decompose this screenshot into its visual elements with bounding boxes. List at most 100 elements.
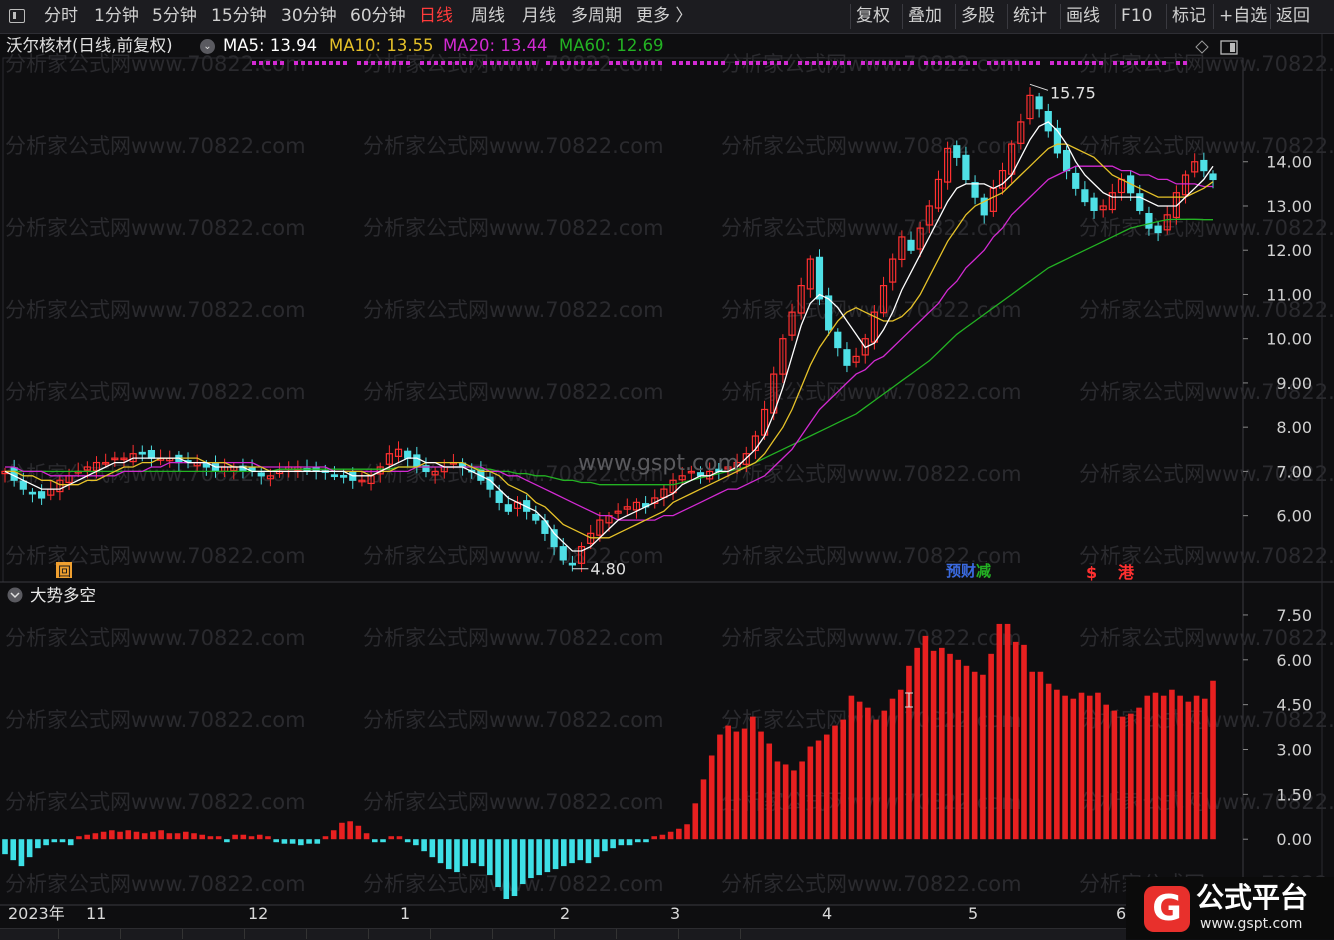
indicator-bar xyxy=(914,647,920,840)
signal-dot xyxy=(1071,61,1075,65)
signal-dot xyxy=(1085,61,1089,65)
indicator-bar xyxy=(495,839,501,888)
indicator-bar xyxy=(791,770,797,840)
x-axis-label: 2 xyxy=(560,904,570,923)
candle-body xyxy=(559,546,567,561)
indicator-bar xyxy=(865,707,871,840)
x-axis-label: 11 xyxy=(86,904,106,923)
indicator-bar xyxy=(224,839,230,843)
indicator-bar xyxy=(552,839,559,870)
signal-dot xyxy=(994,61,998,65)
candle-body xyxy=(1072,172,1080,189)
indicator-bar xyxy=(133,831,140,840)
indicator-bar xyxy=(191,833,197,840)
indicator-bar xyxy=(380,839,386,843)
bottom-tab[interactable] xyxy=(62,929,121,939)
indicator-bar xyxy=(1152,692,1159,840)
candle-body xyxy=(504,504,512,512)
indicator-bar xyxy=(585,839,592,864)
candle-body xyxy=(1145,213,1153,229)
indicator-bar xyxy=(544,839,551,873)
signal-dot xyxy=(924,61,928,65)
bottom-tab[interactable] xyxy=(186,929,245,939)
candle-body xyxy=(1062,149,1071,172)
indicator-bar xyxy=(1160,695,1167,840)
low-tag: 回 xyxy=(58,565,71,580)
indicator-bar xyxy=(536,839,542,876)
candle-body xyxy=(340,474,348,478)
signal-dot xyxy=(455,61,459,65)
indicator-tick-label: 4.50 xyxy=(1276,696,1312,715)
signal-dot xyxy=(931,61,935,65)
bottom-tab[interactable] xyxy=(496,929,555,939)
signal-dot xyxy=(581,61,585,65)
signal-dot xyxy=(987,61,991,65)
bottom-tab[interactable] xyxy=(434,929,493,939)
signal-dot xyxy=(693,61,697,65)
signal-dot xyxy=(588,61,592,65)
signal-dot xyxy=(294,61,298,65)
x-axis-label: 12 xyxy=(248,904,268,923)
signal-dot xyxy=(1099,61,1103,65)
indicator-bar xyxy=(634,839,641,843)
signal-dot xyxy=(567,61,571,65)
signal-dot xyxy=(336,61,340,65)
bottom-tab[interactable] xyxy=(0,929,59,939)
indicator-bar xyxy=(569,839,575,864)
signal-dot xyxy=(1050,61,1054,65)
signal-dot xyxy=(623,61,627,65)
indicator-collapse-icon[interactable] xyxy=(7,587,23,603)
indicator-bar xyxy=(215,836,222,840)
indicator-bar xyxy=(445,839,452,870)
signal-dot xyxy=(525,61,529,65)
bottom-tab[interactable] xyxy=(310,929,369,939)
kline-chart[interactable]: 分析家公式网www.70822.com 分析家公式网www.70822.com 分析… xyxy=(0,0,1334,939)
candle-body xyxy=(834,331,842,349)
signal-dot xyxy=(616,61,620,65)
indicator-bar xyxy=(519,839,526,885)
logo-url: www.gspt.com xyxy=(1200,916,1303,932)
high-mark-arrow xyxy=(1029,83,1049,91)
price-tick-label: 6.00 xyxy=(1276,507,1312,526)
bottom-tab[interactable] xyxy=(558,929,617,939)
bottom-tab[interactable] xyxy=(682,929,741,939)
fin-tag: 预 xyxy=(946,562,961,580)
indicator-bar xyxy=(643,839,649,843)
bottom-tab[interactable] xyxy=(124,929,183,939)
watermark-text: 分析家公式网www.70822.com xyxy=(721,872,1022,896)
indicator-bar xyxy=(971,671,978,840)
indicator-bar xyxy=(2,839,8,855)
signal-dot xyxy=(938,61,942,65)
indicator-bar xyxy=(700,779,707,840)
indicator-bar xyxy=(437,839,444,864)
price-tick-label: 7.00 xyxy=(1276,462,1312,481)
bottom-tab[interactable] xyxy=(620,929,679,939)
x-axis-label: 3 xyxy=(670,904,680,923)
bottom-tab[interactable] xyxy=(372,929,431,939)
signal-dot xyxy=(420,61,424,65)
indicator-bar xyxy=(626,839,633,846)
candle-body xyxy=(1035,96,1043,110)
signal-dot xyxy=(273,61,277,65)
indicator-bar xyxy=(158,830,164,840)
indicator-bar xyxy=(511,839,518,897)
indicator-bar xyxy=(807,746,814,840)
signal-dot xyxy=(511,61,515,65)
bottom-tab[interactable] xyxy=(248,929,307,939)
signal-dot xyxy=(749,61,753,65)
signal-dot xyxy=(763,61,767,65)
indicator-bar xyxy=(577,839,584,861)
candle-body xyxy=(1081,189,1089,203)
indicator-bar xyxy=(717,734,723,840)
indicator-bar xyxy=(248,836,255,840)
signal-dot xyxy=(497,61,501,65)
signal-dot xyxy=(301,61,305,65)
candle-body xyxy=(404,450,412,459)
indicator-bar xyxy=(848,695,855,840)
indicator-bar xyxy=(306,839,312,844)
indicator-bar xyxy=(939,647,945,840)
signal-dot xyxy=(406,61,410,65)
indicator-bar xyxy=(528,839,534,879)
indicator-bar xyxy=(1103,704,1109,840)
indicator-bar xyxy=(1078,692,1085,840)
